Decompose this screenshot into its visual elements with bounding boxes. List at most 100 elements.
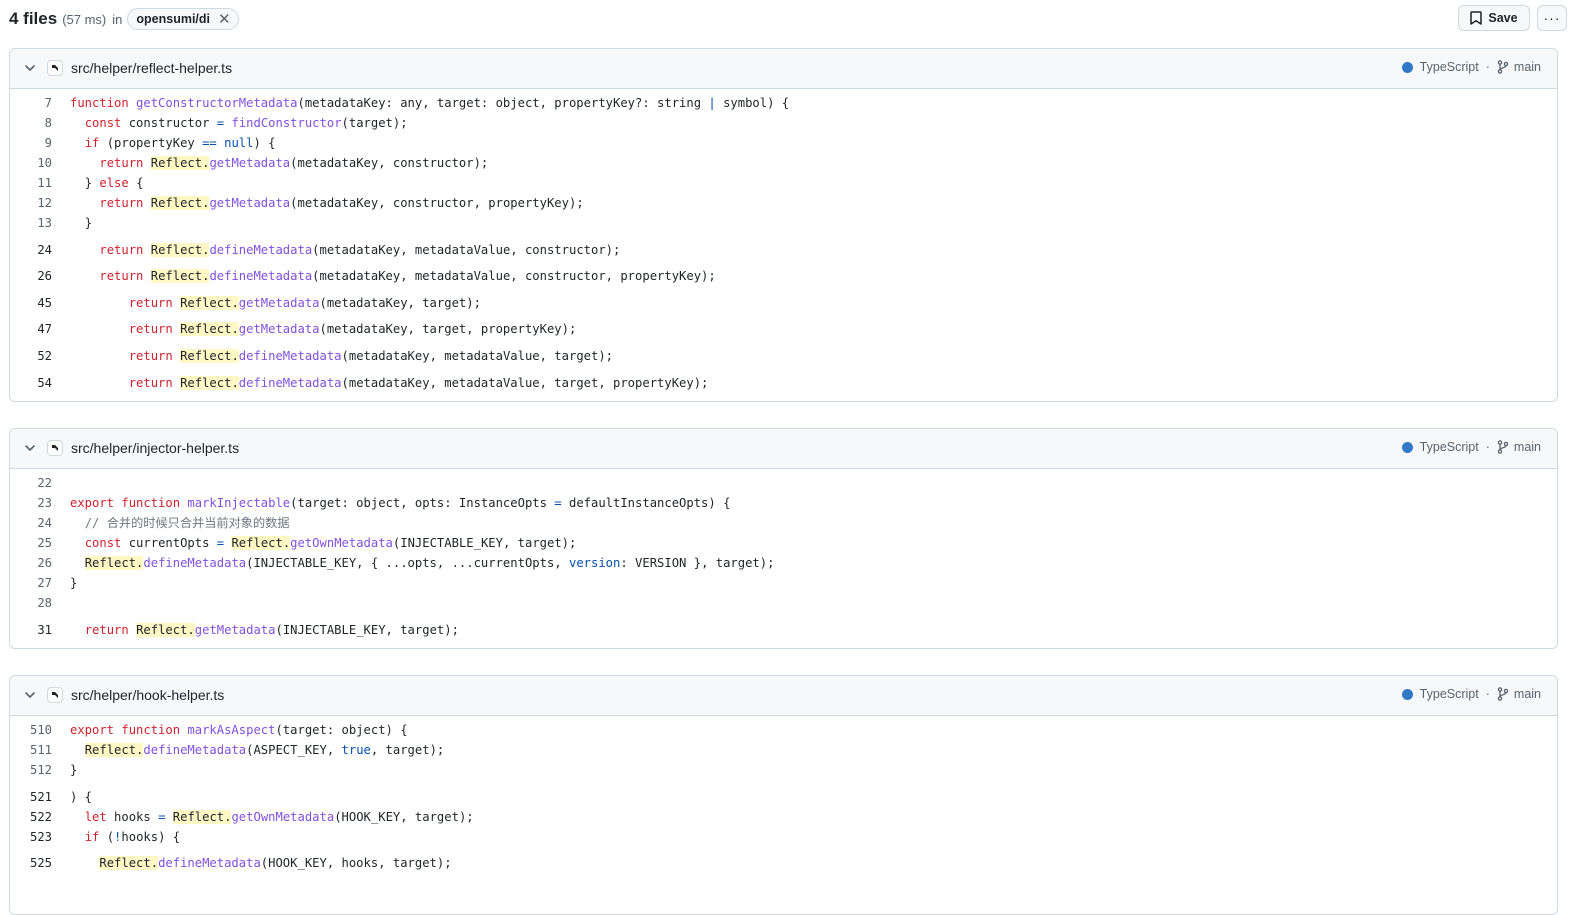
code-token: } — [84, 176, 100, 190]
code-token: markInjectable — [187, 496, 291, 510]
code-text: return Reflect.defineMetadata(metadataKe… — [70, 373, 708, 393]
code-token: markAsAspect — [187, 723, 276, 737]
search-match: Reflect. — [231, 536, 291, 550]
more-options-button[interactable]: ··· — [1537, 5, 1567, 31]
language-label: TypeScript — [1419, 687, 1479, 701]
line-number[interactable]: 511 — [10, 740, 70, 760]
code-token: } — [70, 763, 78, 777]
line-number[interactable]: 7 — [10, 93, 70, 113]
line-number[interactable]: 45 — [10, 293, 70, 313]
code-token: return — [128, 348, 181, 363]
code-token: currentOpts — [128, 536, 217, 550]
code-text: return Reflect.getMetadata(metadataKey, … — [70, 153, 488, 173]
branch-label: main — [1513, 440, 1541, 454]
code-line: 54 return Reflect.defineMetadata(metadat… — [10, 373, 1557, 393]
line-number[interactable]: 24 — [10, 513, 70, 533]
code-token: defineMetadata — [209, 269, 313, 284]
result-header: src/helper/reflect-helper.ts TypeScript … — [10, 49, 1557, 89]
code-line: 25 const currentOpts = Reflect.getOwnMet… — [10, 533, 1557, 553]
branch-label: main — [1513, 687, 1541, 701]
line-number[interactable]: 512 — [10, 760, 70, 780]
code-text: if (propertyKey == null) { — [70, 133, 276, 153]
code-token: findConstructor — [231, 116, 342, 130]
code-line: 525 Reflect.defineMetadata(HOOK_KEY, hoo… — [10, 853, 1557, 873]
code-token: (INJECTABLE_KEY, { ...opts, ...currentOp… — [246, 556, 569, 570]
language-label: TypeScript — [1419, 440, 1479, 454]
search-match: Reflect. — [150, 156, 210, 170]
code-token: (metadataKey, metadataValue, target); — [341, 348, 614, 363]
code-token: } — [84, 216, 93, 230]
code-token: (metadataKey: any, target: object, prope… — [297, 96, 709, 110]
code-text: return Reflect.defineMetadata(metadataKe… — [70, 266, 716, 286]
code-token: export function — [70, 723, 188, 737]
line-number[interactable]: 54 — [10, 373, 70, 393]
line-number[interactable]: 12 — [10, 193, 70, 213]
line-number[interactable]: 8 — [10, 113, 70, 133]
line-number[interactable]: 10 — [10, 153, 70, 173]
line-number[interactable]: 11 — [10, 173, 70, 193]
code-line: 9 if (propertyKey == null) { — [10, 133, 1557, 153]
repo-filter-chip[interactable]: opensumi/di ✕ — [127, 8, 239, 30]
code-token: constructor — [128, 116, 217, 130]
line-number[interactable]: 9 — [10, 133, 70, 153]
repo-avatar-icon — [47, 440, 63, 456]
line-number[interactable]: 22 — [10, 473, 70, 493]
code-line: 22 — [10, 473, 1557, 493]
line-number[interactable]: 52 — [10, 346, 70, 366]
language-label: TypeScript — [1419, 60, 1479, 74]
code-token: getMetadata — [194, 622, 276, 637]
close-icon[interactable]: ✕ — [218, 12, 231, 27]
file-path-link[interactable]: src/helper/reflect-helper.ts — [71, 60, 232, 76]
code-line: 24 return Reflect.defineMetadata(metadat… — [10, 240, 1557, 260]
code-snippet: 22 23 export function markInjectable(targe… — [10, 469, 1557, 648]
line-number[interactable]: 522 — [10, 807, 70, 827]
line-number[interactable]: 28 — [10, 593, 70, 613]
code-line: 13 } — [10, 213, 1557, 233]
line-number[interactable]: 13 — [10, 213, 70, 233]
repo-avatar-icon — [47, 687, 63, 703]
code-token: return — [99, 269, 151, 284]
line-number[interactable]: 510 — [10, 720, 70, 740]
line-number[interactable]: 523 — [10, 827, 70, 847]
line-number[interactable]: 27 — [10, 573, 70, 593]
chevron-down-icon[interactable] — [24, 689, 36, 701]
code-line: 24 // 合并的时候只合并当前对象的数据 — [10, 513, 1557, 533]
code-line: 23 export function markInjectable(target:… — [10, 493, 1557, 513]
line-number[interactable]: 25 — [10, 533, 70, 553]
code-line: 512} — [10, 760, 1557, 780]
code-line: 47 return Reflect.getMetadata(metadataKe… — [10, 319, 1557, 339]
code-token: return — [128, 375, 181, 390]
line-number[interactable]: 24 — [10, 240, 70, 260]
code-line: 26 Reflect.defineMetadata(INJECTABLE_KEY… — [10, 553, 1557, 573]
repo-avatar-icon — [47, 60, 63, 76]
search-summary: 4 files (57 ms) in opensumi/di ✕ — [9, 8, 239, 30]
chevron-down-icon[interactable] — [24, 62, 36, 74]
code-line: 523 if (!hooks) { — [10, 827, 1557, 847]
code-line: 52 return Reflect.defineMetadata(metadat… — [10, 346, 1557, 366]
save-button[interactable]: Save — [1458, 5, 1530, 31]
code-token: (target: object, opts: InstanceOpts — [290, 496, 555, 510]
code-token: hooks — [114, 809, 159, 824]
code-token: getMetadata — [238, 322, 320, 337]
code-text: const constructor = findConstructor(targ… — [70, 113, 408, 133]
line-number[interactable]: 47 — [10, 319, 70, 339]
branch-label: main — [1513, 60, 1541, 74]
chevron-down-icon[interactable] — [24, 442, 36, 454]
line-number[interactable]: 26 — [10, 266, 70, 286]
code-token: defaultInstanceOpts) { — [561, 496, 731, 510]
line-number[interactable]: 525 — [10, 853, 70, 873]
file-path-link[interactable]: src/helper/hook-helper.ts — [71, 687, 224, 703]
file-path-link[interactable]: src/helper/injector-helper.ts — [71, 440, 239, 456]
code-token: (metadataKey, metadataValue, target, pro… — [341, 375, 709, 390]
code-token: defineMetadata — [238, 348, 342, 363]
search-match: Reflect. — [180, 348, 239, 363]
code-text: export function markAsAspect(target: obj… — [70, 720, 408, 740]
line-number[interactable]: 521 — [10, 787, 70, 807]
code-token: { — [136, 176, 144, 190]
search-match: Reflect. — [180, 322, 239, 337]
line-number[interactable]: 31 — [10, 620, 70, 640]
line-number[interactable]: 26 — [10, 553, 70, 573]
bookmark-icon — [1470, 11, 1483, 25]
line-number[interactable]: 23 — [10, 493, 70, 513]
code-token: defineMetadata — [158, 856, 261, 871]
